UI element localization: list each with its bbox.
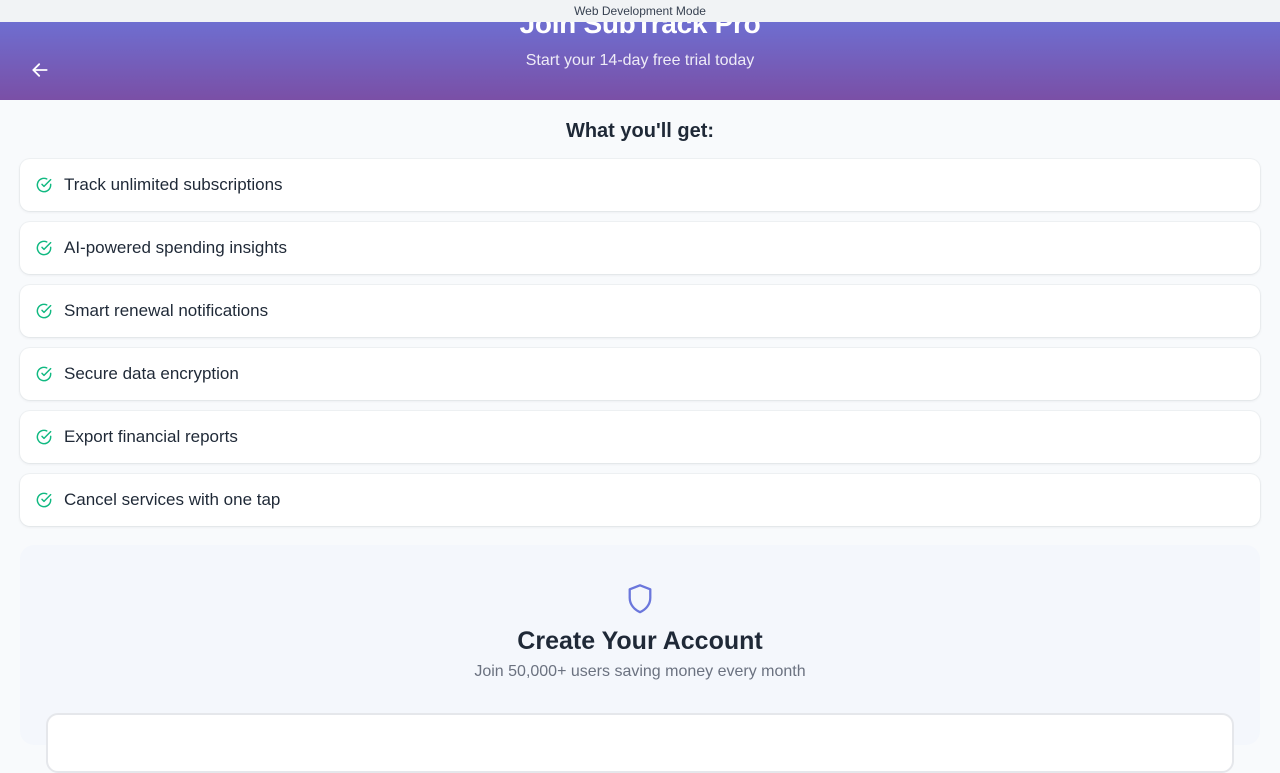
feature-label: Cancel services with one tap xyxy=(64,490,281,509)
check-circle-icon xyxy=(36,240,52,256)
feature-item: Cancel services with one tap xyxy=(20,474,1260,526)
check-circle-icon xyxy=(36,429,52,445)
check-circle-icon xyxy=(36,366,52,382)
shield-icon xyxy=(628,584,652,614)
feature-label: Export financial reports xyxy=(64,427,238,446)
features-heading: What you'll get: xyxy=(565,120,715,142)
feature-item: Smart renewal notifications xyxy=(20,285,1260,337)
back-button[interactable] xyxy=(26,56,54,84)
feature-label: Smart renewal notifications xyxy=(64,301,269,320)
features-list: Track unlimited subscriptions AI-powered… xyxy=(20,159,1260,537)
check-circle-icon xyxy=(36,177,52,193)
signup-form-card xyxy=(46,713,1234,773)
feature-item: Secure data encryption xyxy=(20,348,1260,400)
dev-mode-banner: Web Development Mode xyxy=(0,0,1280,22)
create-account-card: Create Your Account Join 50,000+ users s… xyxy=(20,545,1260,773)
feature-item: Export financial reports xyxy=(20,411,1260,463)
feature-label: Secure data encryption xyxy=(64,364,239,383)
feature-label: Track unlimited subscriptions xyxy=(64,175,283,194)
check-circle-icon xyxy=(36,492,52,508)
arrow-left-icon xyxy=(32,63,48,77)
feature-item: AI-powered spending insights xyxy=(20,222,1260,274)
account-subtitle: Join 50,000+ users saving money every mo… xyxy=(474,663,806,680)
feature-label: AI-powered spending insights xyxy=(64,238,288,257)
account-title: Create Your Account xyxy=(517,627,763,655)
feature-item: Track unlimited subscriptions xyxy=(20,159,1260,211)
check-circle-icon xyxy=(36,303,52,319)
page-subtitle: Start your 14-day free trial today xyxy=(525,52,755,69)
